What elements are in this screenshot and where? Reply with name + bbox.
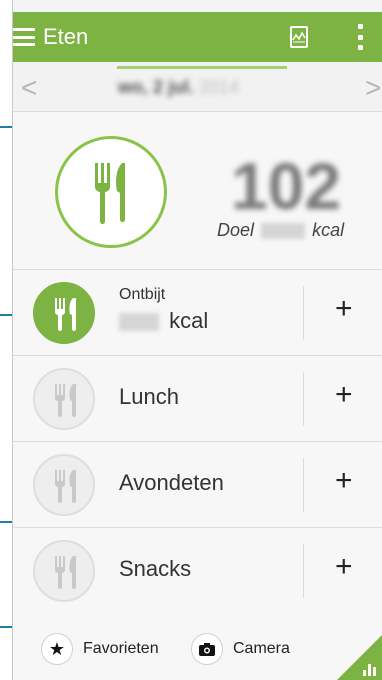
camera-label: Camera bbox=[233, 640, 290, 657]
current-date[interactable]: wo, 2 jul. 2014 bbox=[118, 77, 239, 98]
kcal-unit: kcal bbox=[169, 308, 209, 333]
bottom-bar: ★ Favorieten Camera bbox=[13, 613, 382, 680]
meal-name: Ontbijt bbox=[119, 286, 166, 303]
divider bbox=[303, 286, 304, 340]
camera-button[interactable]: Camera bbox=[191, 633, 290, 665]
add-breakfast-button[interactable]: + bbox=[335, 292, 353, 326]
favorites-button[interactable]: ★ Favorieten bbox=[41, 633, 159, 665]
meal-name: Lunch bbox=[119, 384, 179, 409]
menu-drawer-icon[interactable] bbox=[13, 28, 35, 46]
overflow-menu-icon[interactable] bbox=[358, 24, 364, 50]
calories-eaten: 102 bbox=[231, 149, 342, 223]
add-snacks-button[interactable]: + bbox=[335, 550, 353, 584]
camera-icon bbox=[191, 633, 223, 665]
date-year: 2014 bbox=[199, 77, 240, 97]
meal-row-breakfast[interactable]: Ontbijt kcal + bbox=[13, 270, 382, 356]
meal-name: Avondeten bbox=[119, 470, 224, 495]
bar-chart-icon bbox=[363, 662, 379, 676]
add-lunch-button[interactable]: + bbox=[335, 378, 353, 412]
cutlery-icon bbox=[33, 368, 95, 430]
add-dinner-button[interactable]: + bbox=[335, 464, 353, 498]
cutlery-icon bbox=[55, 136, 167, 248]
meal-calories: kcal bbox=[119, 308, 208, 334]
goal-prefix: Doel bbox=[217, 220, 255, 240]
date-label: wo, 2 jul. bbox=[118, 77, 195, 97]
app-title: Eten bbox=[43, 24, 89, 49]
cutlery-icon bbox=[33, 454, 95, 516]
divider bbox=[303, 544, 304, 598]
calorie-goal: Doel kcal bbox=[217, 220, 344, 241]
meal-row-dinner[interactable]: Avondeten + bbox=[13, 442, 382, 528]
cutlery-icon bbox=[33, 282, 95, 344]
graph-icon[interactable] bbox=[290, 26, 308, 48]
meal-name: Snacks bbox=[119, 556, 192, 581]
previous-day-arrow[interactable]: < bbox=[21, 72, 37, 104]
date-underline bbox=[117, 66, 287, 69]
divider bbox=[303, 372, 304, 426]
cutlery-icon bbox=[33, 540, 95, 602]
favorites-label: Favorieten bbox=[83, 640, 159, 657]
goal-value-blurred bbox=[261, 223, 306, 240]
action-bar: Eten bbox=[13, 12, 382, 62]
star-icon: ★ bbox=[41, 633, 73, 665]
meal-row-snacks[interactable]: Snacks + bbox=[13, 528, 382, 614]
goal-suffix: kcal bbox=[312, 220, 345, 240]
phone-screen: Eten < wo, 2 jul. 2014 > 102 Doel kcal O… bbox=[12, 0, 382, 680]
next-day-arrow[interactable]: > bbox=[365, 72, 381, 104]
kcal-value-blurred bbox=[119, 313, 159, 332]
date-navigator: < wo, 2 jul. 2014 > bbox=[13, 62, 382, 112]
meal-row-lunch[interactable]: Lunch + bbox=[13, 356, 382, 442]
divider bbox=[303, 458, 304, 512]
calorie-summary: 102 Doel kcal bbox=[13, 112, 382, 270]
